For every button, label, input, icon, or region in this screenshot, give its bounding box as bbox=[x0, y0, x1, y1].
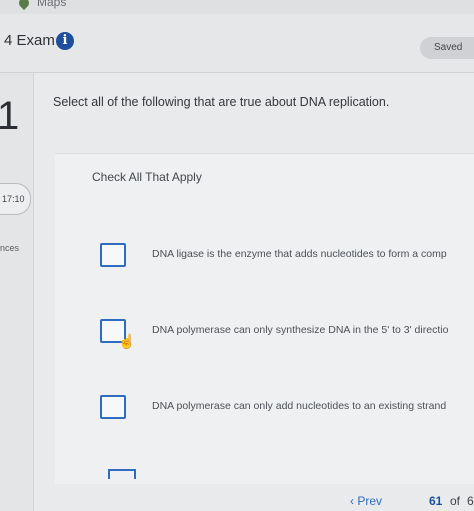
total-pages: 6 bbox=[467, 494, 474, 508]
browser-bookmarks-bar: Maps bbox=[0, 0, 474, 14]
answer-option-1[interactable]: DNA ligase is the enzyme that adds nucle… bbox=[100, 243, 474, 271]
saved-status-badge: Saved bbox=[420, 37, 474, 59]
exam-header: 4 Exam i Saved bbox=[0, 14, 474, 73]
option-label[interactable]: DNA polymerase can only add nucleotides … bbox=[152, 400, 474, 412]
option-checkbox-partial[interactable] bbox=[108, 469, 136, 479]
references-link[interactable]: nces bbox=[0, 243, 19, 253]
check-all-instruction: Check All That Apply bbox=[92, 170, 202, 184]
option-checkbox[interactable] bbox=[100, 243, 126, 267]
timer-badge: 17:10 bbox=[0, 183, 31, 215]
question-prompt: Select all of the following that are tru… bbox=[53, 95, 390, 109]
page-of-label: of bbox=[450, 494, 461, 508]
prev-button[interactable]: ‹ Prev bbox=[350, 494, 382, 508]
exam-title: 4 Exam bbox=[4, 32, 55, 49]
maps-icon[interactable] bbox=[16, 0, 32, 11]
question-number: 1 bbox=[0, 94, 20, 138]
hand-cursor-icon: ☝ bbox=[118, 333, 136, 349]
current-page: 61 bbox=[429, 494, 443, 508]
info-icon[interactable]: i bbox=[56, 32, 74, 50]
answer-option-2[interactable]: DNA polymerase can only synthesize DNA i… bbox=[100, 319, 474, 347]
maps-bookmark[interactable]: Maps bbox=[37, 0, 66, 9]
option-checkbox[interactable] bbox=[100, 395, 126, 419]
timer-value: 17:10 bbox=[2, 194, 25, 204]
option-label[interactable]: DNA ligase is the enzyme that adds nucle… bbox=[152, 248, 474, 260]
option-label[interactable]: DNA polymerase can only synthesize DNA i… bbox=[152, 324, 474, 336]
prev-label[interactable]: Prev bbox=[357, 494, 382, 508]
pagination: ‹ Prev 61 of 6 bbox=[350, 494, 474, 511]
answer-option-3[interactable]: DNA polymerase can only add nucleotides … bbox=[100, 395, 474, 423]
